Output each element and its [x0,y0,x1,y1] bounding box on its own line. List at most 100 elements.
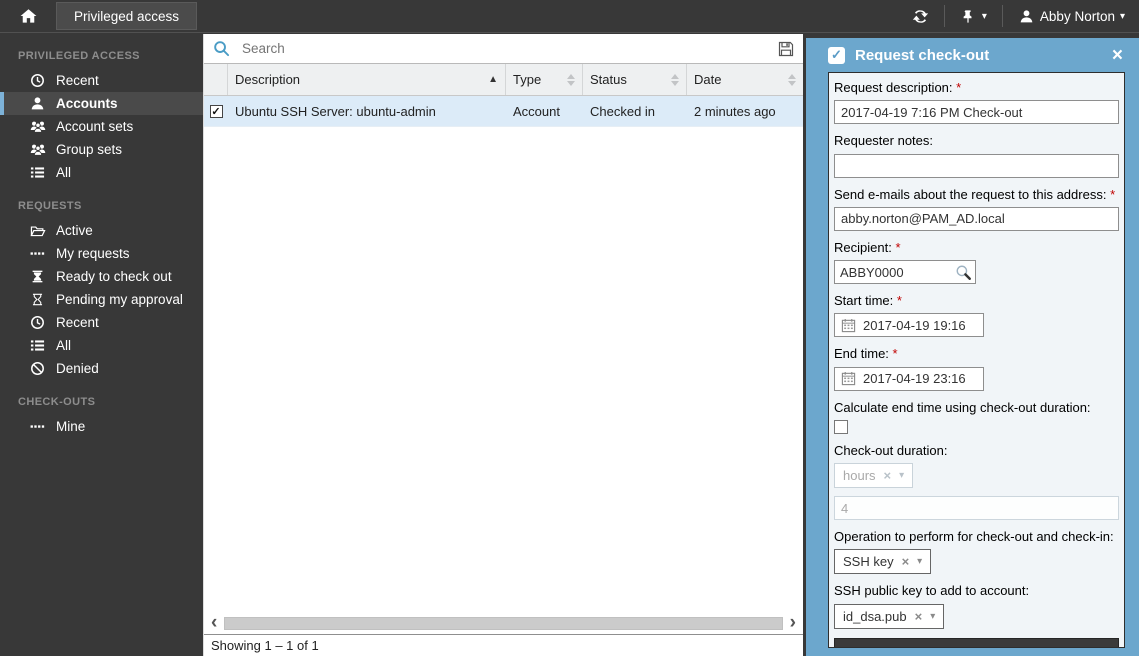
required-mark: * [956,80,961,95]
recipient-input[interactable] [835,265,955,280]
field-label: End time: [834,346,889,361]
panel-header: ✓ Request check-out × [806,38,1139,72]
clear-icon[interactable]: × [902,554,910,569]
sidebar-item-all-requests[interactable]: All [0,334,203,357]
field-checkout-duration: Check-out duration: hours × ▾ [834,443,1119,520]
sidebar-item-denied[interactable]: Denied [0,357,203,380]
required-mark: * [1110,187,1115,202]
sidebar-item-label: Recent [56,73,99,88]
end-time-value: 2017-04-19 23:16 [863,371,966,386]
users-icon [29,142,46,157]
row-count-text: Showing 1 – 1 of 1 [211,638,319,653]
section-title-privileged-access: PRIVILEGED ACCESS [0,34,203,69]
field-end-time: End time: * 2017-04-19 23:16 [834,346,1119,390]
email-input[interactable] [834,207,1119,231]
field-recipient: Recipient: * [834,240,1119,284]
field-label: Operation to perform for check-out and c… [834,529,1114,544]
user-name: Abby Norton [1040,9,1115,24]
field-calc-end-time: Calculate end time using check-out durat… [834,400,1119,434]
request-description-input[interactable] [834,100,1119,124]
sidebar-item-label: Group sets [56,142,122,157]
calc-end-time-checkbox[interactable] [834,420,848,434]
sidebar-item-mine[interactable]: Mine [0,415,203,438]
cell-date: 2 minutes ago [687,104,803,119]
home-button[interactable] [0,7,56,25]
column-header-date[interactable]: Date [687,64,803,95]
caret-down-icon: ▾ [982,11,987,22]
lookup-magnifier-icon[interactable] [955,264,972,281]
sidebar-item-all-accounts[interactable]: All [0,161,203,184]
close-icon[interactable]: × [1112,46,1123,65]
search-input[interactable] [240,40,767,57]
hourglass-icon [29,292,46,307]
sidebar-item-account-sets[interactable]: Account sets [0,115,203,138]
scroll-left-arrow-icon[interactable]: ‹ [211,615,217,631]
recipient-field [834,260,976,284]
scrollbar-track[interactable] [224,617,782,630]
search-bar [204,34,803,64]
home-icon [20,7,37,25]
clear-icon: × [884,468,892,483]
sidebar-item-ready-to-check-out[interactable]: Ready to check out [0,265,203,288]
search-icon [213,40,230,57]
field-label: Check-out duration: [834,443,947,458]
checkout-form: Request description: * Requester notes: … [828,72,1125,648]
field-label: Send e-mails about the request to this a… [834,187,1106,202]
save-icon[interactable] [777,41,794,57]
tab-label: Privileged access [74,9,179,24]
sidebar-item-label: Mine [56,419,85,434]
pin-menu-button[interactable]: ▾ [954,9,993,24]
column-header-select[interactable] [204,64,228,95]
field-email: Send e-mails about the request to this a… [834,187,1119,231]
clear-icon[interactable]: × [915,609,923,624]
column-header-description[interactable]: Description ▲ [228,64,506,95]
section-title-check-outs: CHECK-OUTS [0,380,203,415]
duration-amount-input [834,496,1119,520]
table-row[interactable]: ✓ Ubuntu SSH Server: ubuntu-admin Accoun… [204,96,803,127]
column-header-type[interactable]: Type [506,64,583,95]
sidebar-item-group-sets[interactable]: Group sets [0,138,203,161]
ban-icon [29,361,46,376]
sort-icon [567,74,575,86]
users-icon [29,119,46,134]
operation-select[interactable]: SSH key × ▾ [834,549,931,574]
sidebar-item-recent[interactable]: Recent [0,69,203,92]
sidebar-item-label: Active [56,223,93,238]
requester-notes-input[interactable] [834,154,1119,178]
section-title-requests: REQUESTS [0,184,203,219]
field-ssh-public-key: SSH public key to add to account: id_dsa… [834,583,1119,628]
checkout-panel-icon: ✓ [828,47,845,64]
user-icon [29,96,46,111]
column-header-status[interactable]: Status [583,64,687,95]
field-label: Recipient: [834,240,892,255]
start-time-input[interactable]: 2017-04-19 19:16 [834,313,984,337]
caret-down-icon: ▾ [930,611,935,622]
sidebar-item-recent-requests[interactable]: Recent [0,311,203,334]
sidebar-item-my-requests[interactable]: My requests [0,242,203,265]
user-icon [1018,9,1035,24]
sidebar-item-label: My requests [56,246,130,261]
request-checkout-panel: ✓ Request check-out × Request descriptio… [806,38,1139,656]
folder-open-icon [29,224,46,238]
clock-icon [29,315,46,330]
sidebar-item-pending-my-approval[interactable]: Pending my approval [0,288,203,311]
sidebar-item-label: Denied [56,361,99,376]
tab-privileged-access[interactable]: Privileged access [56,2,197,30]
check-icon: ✓ [211,105,220,118]
sidebar-item-active[interactable]: Active [0,219,203,242]
duration-unit-select: hours × ▾ [834,463,913,488]
submit-button[interactable]: Submit [834,638,1119,649]
user-menu-button[interactable]: Abby Norton ▾ [1012,9,1131,24]
sidebar-item-label: All [56,338,71,353]
field-request-description: Request description: * [834,80,1119,124]
row-checkbox[interactable]: ✓ [210,105,223,118]
refresh-button[interactable] [906,8,935,25]
required-mark: * [893,346,898,361]
hourglass-filled-icon [29,269,46,284]
ssh-key-select[interactable]: id_dsa.pub × ▾ [834,604,944,629]
sidebar-item-accounts[interactable]: Accounts [0,92,203,115]
scroll-right-arrow-icon[interactable]: › [790,615,796,631]
end-time-input[interactable]: 2017-04-19 23:16 [834,367,984,391]
field-label: Start time: [834,293,893,308]
sort-icon [788,74,796,86]
